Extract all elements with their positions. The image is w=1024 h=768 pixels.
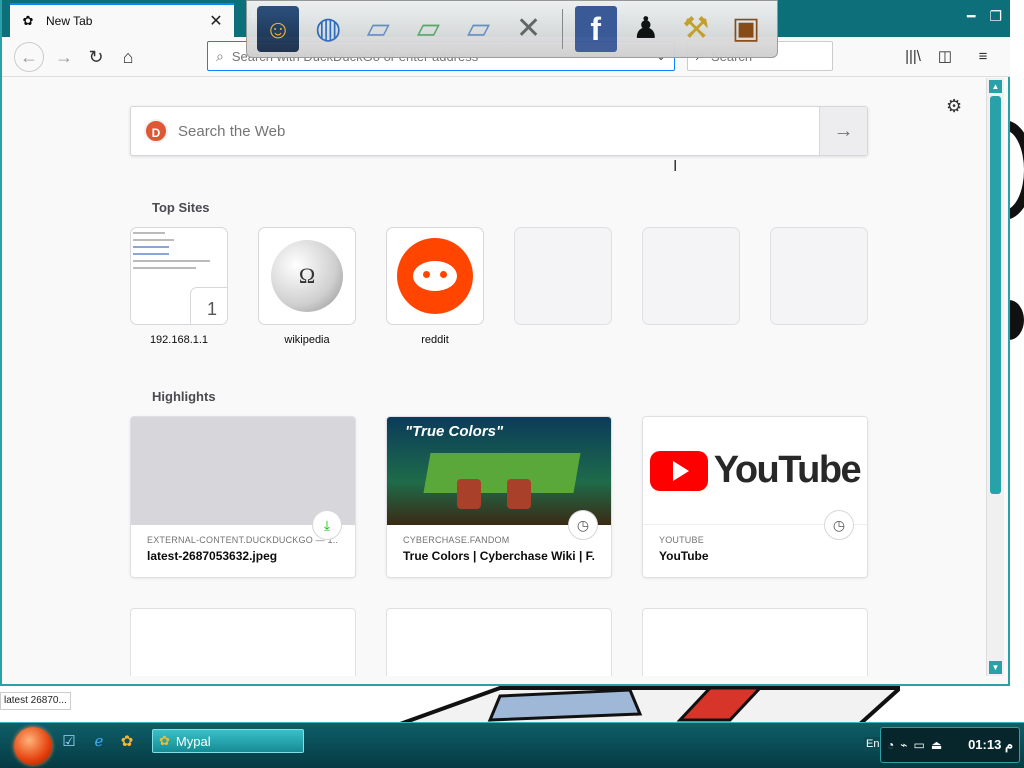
highlight-source: EXTERNAL-CONTENT.DUCKDUCKGO — 1... (147, 535, 339, 545)
network-icon[interactable]: ⌁ (900, 738, 907, 752)
top-site-label: reddit (421, 334, 449, 346)
top-site-empty-slot[interactable] (771, 228, 867, 324)
clock-icon: ◷ (569, 511, 597, 539)
duckduckgo-icon: D (144, 119, 168, 143)
pinned-badge: 1 (191, 288, 227, 324)
restore-button[interactable]: ❐ (989, 8, 1002, 25)
globe-icon[interactable]: ◍ (307, 6, 349, 52)
window-controls: ━ ❐ (967, 8, 1002, 25)
clock[interactable]: 01:13 م (968, 737, 1013, 753)
hammer-icon[interactable]: ⚒ (675, 6, 717, 52)
reddit-logo-icon (397, 238, 473, 314)
bucket-icon[interactable]: ▣ (725, 6, 767, 52)
mypal-icon: ✿ (159, 733, 170, 748)
highlight-card[interactable]: YouTube ◷ YOUTUBE YouTube (643, 417, 867, 577)
app-dock: ☺ ◍ ▱ ▱ ▱ ✕ f ♟ ⚒ ▣ (246, 0, 778, 58)
highlight-image (131, 417, 355, 525)
tab-new-tab[interactable]: ✿ New Tab ✕ (10, 3, 234, 37)
search-icon: ⌕ (216, 47, 224, 64)
top-site-tile[interactable]: 1 192.168.1.1 (131, 228, 227, 346)
battery-icon[interactable]: ▭ (913, 738, 924, 752)
facebook-icon[interactable]: f (574, 6, 617, 52)
highlight-title: YouTube (659, 549, 709, 563)
wikipedia-logo-icon: Ω (271, 240, 343, 312)
youtube-wordmark: YouTube (713, 449, 862, 491)
top-site-label: 192.168.1.1 (149, 334, 209, 346)
folder-green-icon[interactable]: ▱ (407, 6, 449, 52)
highlight-placeholder (643, 609, 867, 676)
forward-button[interactable]: → (49, 42, 79, 72)
dock-separator (561, 9, 563, 49)
text-cursor-icon: I (673, 158, 678, 175)
speaker-icon[interactable]: ◔ (887, 738, 894, 752)
internet-explorer-icon[interactable]: ℯ (88, 731, 110, 753)
top-site-placeholder (515, 228, 611, 324)
top-site-thumbnail: Ω (259, 228, 355, 324)
top-site-empty-slot[interactable] (643, 228, 739, 324)
gear-icon[interactable]: ⚙ (946, 96, 962, 117)
back-button[interactable]: ← (14, 42, 44, 72)
highlight-title: latest-2687053632.jpeg (147, 549, 278, 563)
start-button[interactable] (14, 727, 52, 765)
top-site-placeholder (771, 228, 867, 324)
top-sites-heading[interactable]: Top Sites (152, 200, 210, 215)
close-tab-icon[interactable]: ✕ (208, 11, 224, 31)
highlight-source: CYBERCHASE.FANDOM (403, 535, 510, 545)
shirt-icon[interactable]: ♟ (625, 6, 667, 52)
new-tab-page: ⚙ D → I Top Sites 1 192.168.1.1 Ω wik (2, 78, 986, 676)
menu-button[interactable]: ≡ (971, 45, 995, 69)
sidebar-button[interactable]: ◫ (933, 45, 957, 69)
highlight-image: "True Colors" (387, 417, 611, 525)
library-button[interactable]: |||\ (901, 45, 925, 69)
vertical-scrollbar[interactable]: ▲ ▼ (986, 78, 1004, 676)
highlight-card[interactable]: ⤓ EXTERNAL-CONTENT.DUCKDUCKGO — 1... lat… (131, 417, 355, 577)
browser-window: ✿ New Tab ✕ + ━ ❐ ← → ↻ ⌂ ⌕ ⌄ ⌕ |||\ ◫ ≡… (0, 0, 1010, 686)
system-tray: ◔ ⌁ ▭ ⏏ 01:13 م (880, 727, 1020, 763)
folder-blue-icon[interactable]: ▱ (457, 6, 499, 52)
safely-remove-icon[interactable]: ⏏ (931, 738, 942, 752)
language-indicator[interactable]: En (864, 737, 882, 751)
taskbar-item-label: Mypal (175, 733, 211, 749)
highlight-placeholder (131, 609, 355, 676)
web-search-input[interactable] (178, 122, 819, 140)
highlight-title: True Colors | Cyberchase Wiki | F... (403, 549, 595, 563)
firefox-tab-icon: ✿ (22, 13, 34, 28)
top-site-thumbnail (387, 228, 483, 324)
youtube-logo: YouTube (643, 417, 867, 525)
status-tooltip: latest 26870... (0, 692, 71, 710)
scroll-down-icon[interactable]: ▼ (989, 661, 1002, 674)
web-search-box[interactable]: D → (130, 106, 868, 156)
highlight-placeholder (387, 609, 611, 676)
clock-icon: ◷ (825, 511, 853, 539)
desktop-wallpaper-art (399, 686, 900, 724)
highlight-card[interactable]: "True Colors" ◷ CYBERCHASE.FANDOM True C… (387, 417, 611, 577)
folder-icon[interactable]: ▱ (357, 6, 399, 52)
taskbar: ☑ ℯ ✿ ✿ Mypal En ◔ ⌁ ▭ ⏏ 01:13 م (0, 722, 1024, 768)
taskbar-item-mypal[interactable]: ✿ Mypal (152, 729, 304, 753)
top-site-tile[interactable]: reddit (387, 228, 483, 346)
search-go-button[interactable]: → (819, 107, 867, 155)
highlight-image-caption: "True Colors" (405, 423, 504, 440)
tools-icon[interactable]: ✕ (508, 6, 550, 52)
top-site-placeholder (643, 228, 739, 324)
highlights-heading[interactable]: Highlights (152, 389, 216, 404)
scroll-up-icon[interactable]: ▲ (989, 80, 1002, 93)
naruto-app-icon[interactable]: ☺ (257, 6, 300, 52)
highlight-source: YOUTUBE (659, 535, 704, 545)
reload-button[interactable]: ↻ (81, 42, 111, 72)
top-site-thumbnail: 1 (131, 228, 227, 324)
download-icon: ⤓ (313, 511, 341, 539)
desktop-quicklaunch-icon[interactable]: ☑ (58, 731, 80, 753)
home-button[interactable]: ⌂ (113, 42, 143, 72)
mypal-quicklaunch-icon[interactable]: ✿ (116, 731, 138, 753)
minimize-button[interactable]: ━ (967, 8, 975, 25)
scrollbar-thumb[interactable] (990, 96, 1001, 494)
top-site-label: wikipedia (284, 334, 330, 346)
youtube-play-icon (649, 450, 708, 491)
top-site-tile[interactable]: Ω wikipedia (259, 228, 355, 346)
tab-title: New Tab (46, 14, 93, 28)
top-site-empty-slot[interactable] (515, 228, 611, 324)
